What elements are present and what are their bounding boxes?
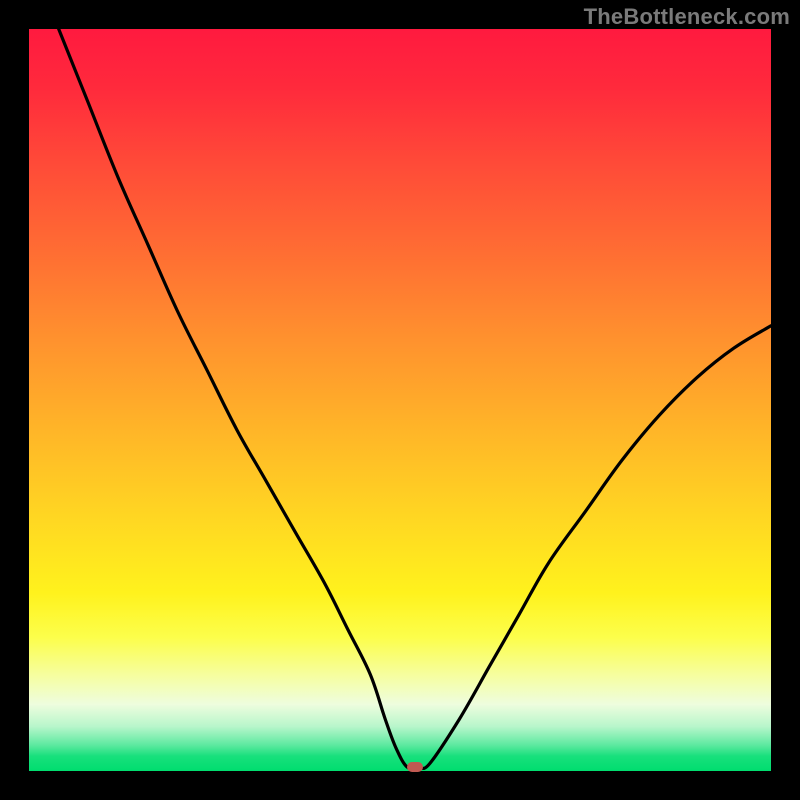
marker-dot [407, 762, 423, 772]
chart-frame: TheBottleneck.com [0, 0, 800, 800]
bottleneck-curve [29, 29, 771, 771]
plot-area [29, 29, 771, 771]
watermark-text: TheBottleneck.com [584, 4, 790, 30]
